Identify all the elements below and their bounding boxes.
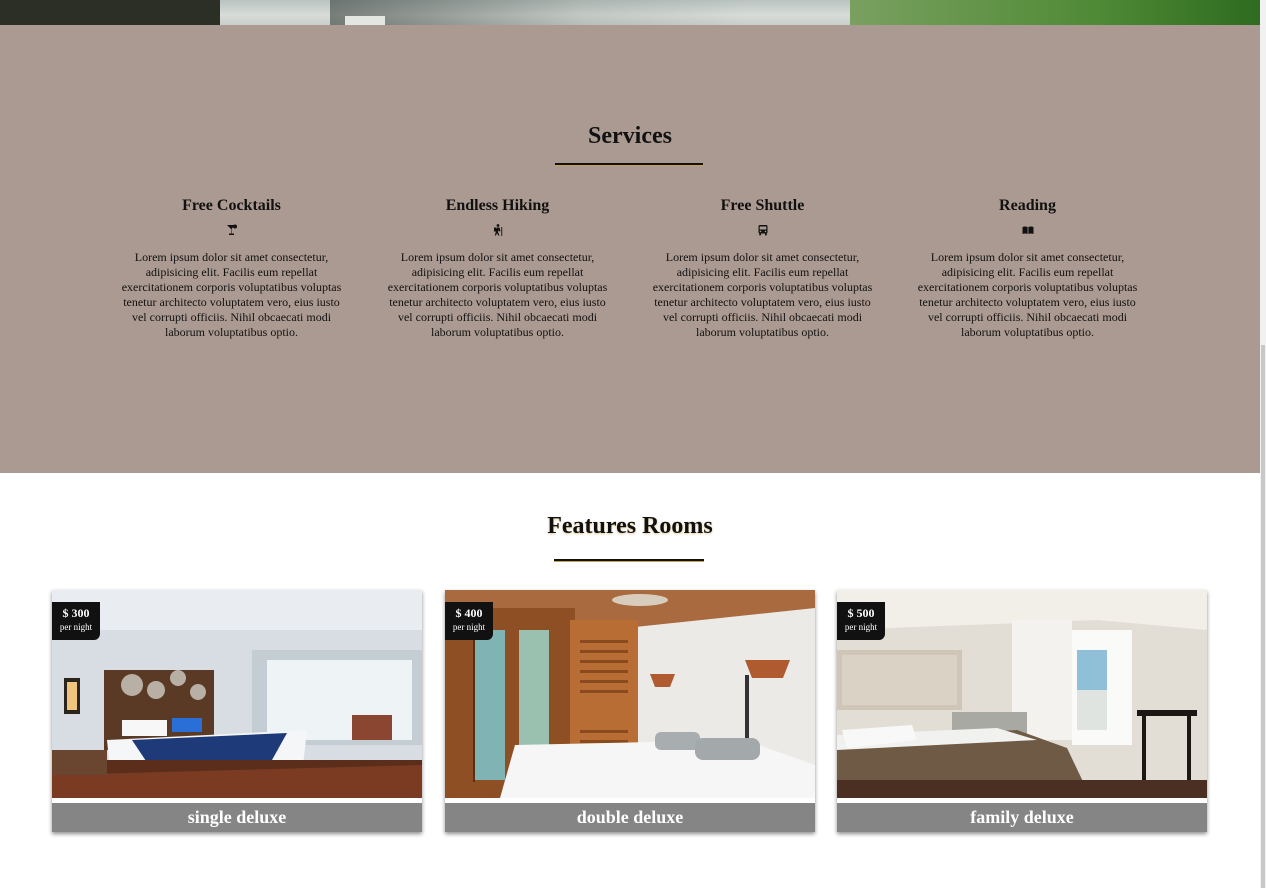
scrollbar-thumb[interactable]	[1261, 345, 1265, 888]
service-free-shuttle: Free Shuttle Lorem ipsum dolor sit amet …	[650, 197, 875, 340]
services-section: Services Free Cocktails Lorem ipsum dolo…	[0, 25, 1260, 473]
room-price: $ 500	[847, 606, 875, 620]
service-title: Free Cocktails	[182, 197, 281, 214]
room-photo[interactable]: $ 300 per night	[52, 590, 422, 798]
page-scrollbar[interactable]	[1260, 0, 1266, 888]
service-free-cocktails: Free Cocktails Lorem ipsum dolor sit ame…	[119, 197, 344, 340]
service-description: Lorem ipsum dolor sit amet consectetur, …	[652, 250, 873, 339]
price-tag: $ 500 per night	[837, 602, 885, 640]
service-title: Free Shuttle	[720, 197, 805, 214]
price-unit: per night	[59, 622, 93, 632]
room-photo[interactable]: $ 400 per night	[445, 590, 815, 798]
hiking-icon	[492, 224, 504, 236]
room-photo[interactable]: $ 500 per night	[837, 590, 1207, 798]
room-price: $ 400	[455, 606, 483, 620]
service-endless-hiking: Endless Hiking Lorem ipsum dolor sit ame…	[385, 197, 610, 340]
service-reading: Reading Lorem ipsum dolor sit amet conse…	[915, 197, 1140, 340]
price-unit: per night	[844, 622, 878, 632]
service-description: Lorem ipsum dolor sit amet consectetur, …	[917, 250, 1138, 339]
price-unit: per night	[452, 622, 486, 632]
services-title: Services	[588, 123, 672, 149]
room-name[interactable]: double deluxe	[445, 803, 815, 832]
room-card-family-deluxe[interactable]: $ 500 per night family deluxe	[837, 590, 1207, 832]
rooms-title-underline	[554, 559, 704, 561]
services-title-underline	[555, 163, 703, 165]
room-name[interactable]: family deluxe	[837, 803, 1207, 832]
cocktail-icon	[226, 224, 238, 236]
service-description: Lorem ipsum dolor sit amet consectetur, …	[121, 250, 342, 339]
rooms-title: Features Rooms	[547, 513, 713, 539]
price-tag: $ 400 per night	[445, 602, 493, 640]
service-title: Endless Hiking	[445, 197, 550, 214]
price-tag: $ 300 per night	[52, 602, 100, 640]
room-card-single-deluxe[interactable]: $ 300 per night single deluxe	[52, 590, 422, 832]
hero-image	[0, 0, 1260, 25]
service-title: Reading	[999, 197, 1056, 214]
room-card-double-deluxe[interactable]: $ 400 per night double deluxe	[445, 590, 815, 832]
shuttle-icon	[757, 224, 769, 236]
room-price: $ 300	[62, 606, 90, 620]
room-name[interactable]: single deluxe	[52, 803, 422, 832]
service-description: Lorem ipsum dolor sit amet consectetur, …	[387, 250, 608, 339]
book-icon	[1022, 224, 1034, 236]
